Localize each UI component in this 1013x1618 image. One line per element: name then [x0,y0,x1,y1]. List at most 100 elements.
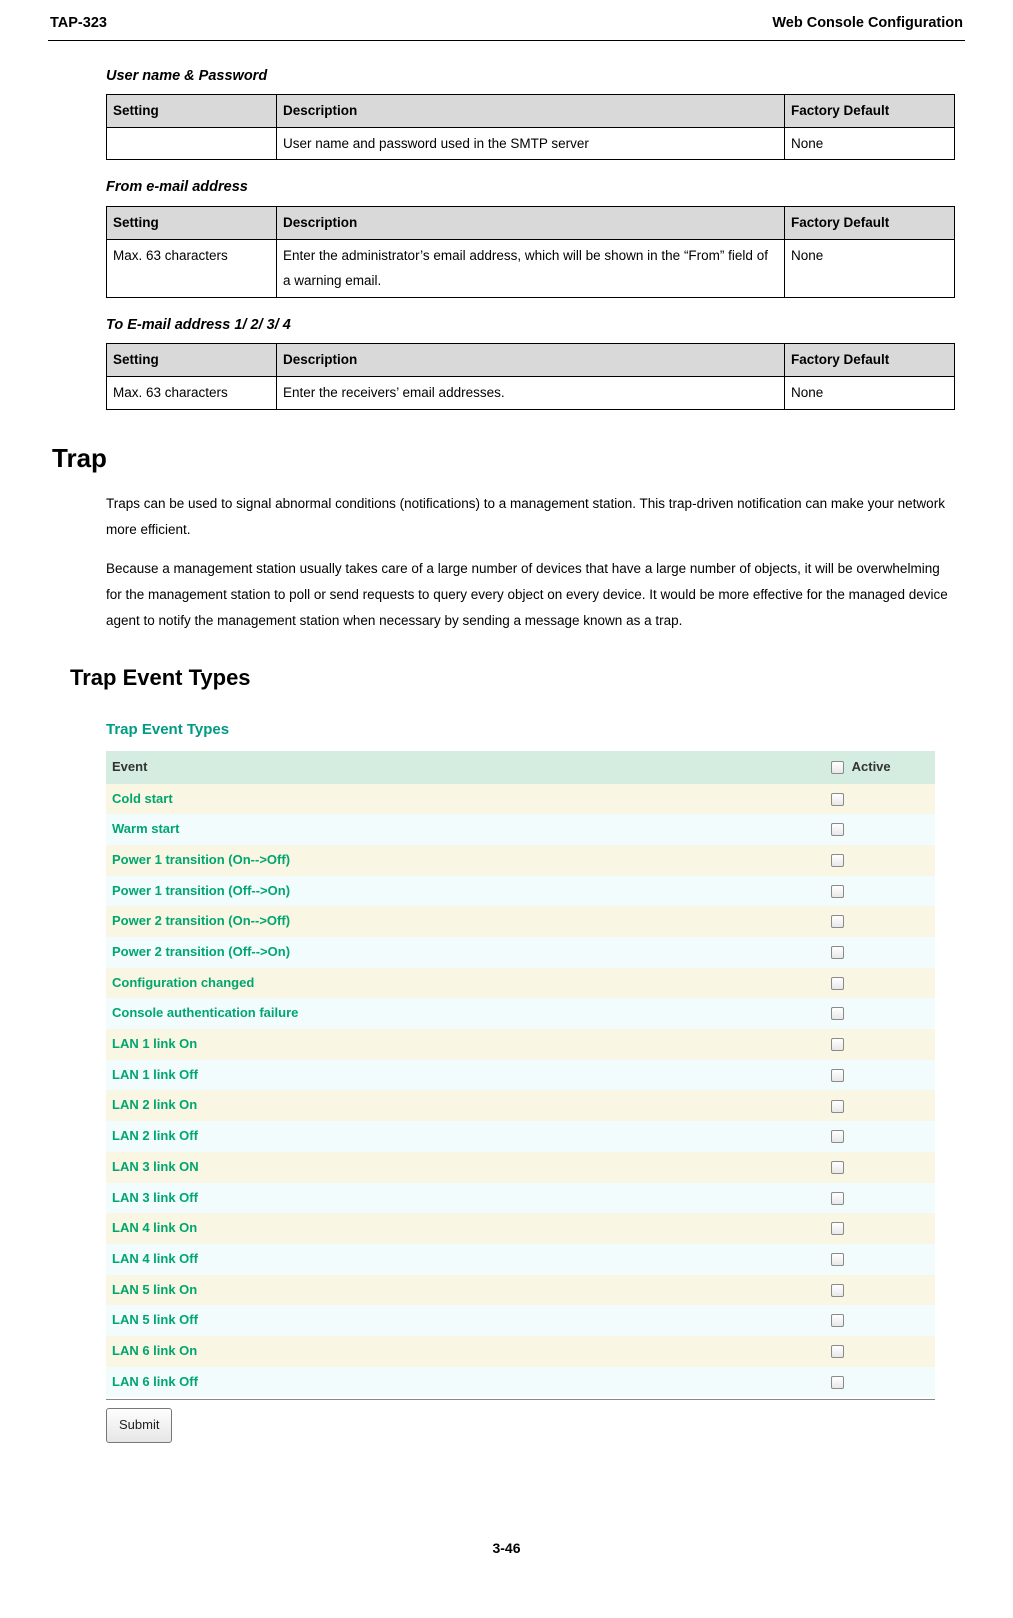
table-col-factory: Factory Default [785,95,955,128]
event-label: LAN 3 link Off [106,1183,825,1214]
event-label: LAN 5 link On [106,1275,825,1306]
active-all-checkbox[interactable] [831,761,844,774]
events-col-active: Active [825,751,935,784]
event-checkbox[interactable] [831,1284,844,1297]
event-checkbox[interactable] [831,1130,844,1143]
event-row: Configuration changed [106,968,935,999]
event-checkbox[interactable] [831,854,844,867]
table-cell-factory: None [785,377,955,410]
event-checkbox[interactable] [831,793,844,806]
event-checkbox[interactable] [831,1069,844,1082]
trap-event-types-screenshot: Trap Event Types Event Active Cold start… [106,716,935,1443]
event-checkbox[interactable] [831,1007,844,1020]
event-row: LAN 1 link On [106,1029,935,1060]
table-title: User name & Password [106,63,955,91]
table-col-description: Description [277,344,785,377]
event-active-cell [825,998,935,1029]
table-col-description: Description [277,95,785,128]
event-row: Warm start [106,814,935,845]
event-checkbox[interactable] [831,885,844,898]
event-label: LAN 2 link Off [106,1121,825,1152]
table-cell-description: Enter the administrator’s email address,… [277,239,785,297]
event-row: LAN 5 link Off [106,1305,935,1336]
table-row: Max. 63 charactersEnter the receivers’ e… [107,377,955,410]
event-label: Power 1 transition (Off-->On) [106,876,825,907]
submit-button[interactable]: Submit [106,1408,172,1443]
event-checkbox[interactable] [831,1038,844,1051]
event-label: Configuration changed [106,968,825,999]
header-right: Web Console Configuration [772,10,963,38]
header-rule [48,40,965,41]
event-row: LAN 2 link Off [106,1121,935,1152]
event-active-cell [825,968,935,999]
event-label: LAN 4 link Off [106,1244,825,1275]
event-active-cell [825,1060,935,1091]
event-active-cell [825,1305,935,1336]
event-row: Power 1 transition (On-->Off) [106,845,935,876]
event-label: LAN 4 link On [106,1213,825,1244]
event-row: Cold start [106,784,935,815]
table-cell-setting: Max. 63 characters [107,239,277,297]
event-checkbox[interactable] [831,1222,844,1235]
event-checkbox[interactable] [831,1161,844,1174]
events-col-event: Event [106,751,825,784]
event-active-cell [825,1152,935,1183]
event-label: LAN 1 link Off [106,1060,825,1091]
event-label: LAN 6 link Off [106,1367,825,1398]
table-cell-description: User name and password used in the SMTP … [277,127,785,160]
event-active-cell [825,1336,935,1367]
event-checkbox[interactable] [831,1192,844,1205]
page-header: TAP-323 Web Console Configuration [48,10,965,38]
event-active-cell [825,1275,935,1306]
event-checkbox[interactable] [831,1253,844,1266]
event-checkbox[interactable] [831,1314,844,1327]
event-label: Console authentication failure [106,998,825,1029]
event-active-cell [825,937,935,968]
event-label: LAN 5 link Off [106,1305,825,1336]
table-cell-description: Enter the receivers’ email addresses. [277,377,785,410]
spec-table: SettingDescriptionFactory Default Max. 63… [106,206,955,298]
event-row: LAN 4 link On [106,1213,935,1244]
event-row: LAN 4 link Off [106,1244,935,1275]
event-active-cell [825,1213,935,1244]
event-checkbox[interactable] [831,823,844,836]
event-label: LAN 1 link On [106,1029,825,1060]
spec-table: SettingDescriptionFactory DefaultUser na… [106,94,955,160]
event-active-cell [825,784,935,815]
event-label: Power 1 transition (On-->Off) [106,845,825,876]
event-checkbox[interactable] [831,977,844,990]
trap-heading: Trap [48,434,965,483]
event-row: LAN 3 link Off [106,1183,935,1214]
table-col-setting: Setting [107,344,277,377]
table-row: User name and password used in the SMTP … [107,127,955,160]
event-row: LAN 5 link On [106,1275,935,1306]
table-col-description: Description [277,206,785,239]
event-row: Power 2 transition (On-->Off) [106,906,935,937]
table-col-setting: Setting [107,206,277,239]
event-row: LAN 3 link ON [106,1152,935,1183]
event-label: Cold start [106,784,825,815]
event-checkbox[interactable] [831,1345,844,1358]
event-active-cell [825,906,935,937]
table-cell-factory: None [785,239,955,297]
page-number: 3-46 [0,1535,1013,1562]
event-checkbox[interactable] [831,946,844,959]
events-table: Event Active Cold startWarm startPower 1… [106,751,935,1397]
spec-tables: User name & PasswordSettingDescriptionFa… [106,63,955,410]
trap-event-types-heading: Trap Event Types [48,657,965,699]
submit-bar: Submit [106,1399,935,1443]
event-label: Warm start [106,814,825,845]
event-active-cell [825,1367,935,1398]
table-col-factory: Factory Default [785,206,955,239]
events-col-active-label: Active [852,759,891,774]
event-checkbox[interactable] [831,1376,844,1389]
table-cell-setting: Max. 63 characters [107,377,277,410]
event-active-cell [825,845,935,876]
event-active-cell [825,1029,935,1060]
event-active-cell [825,1244,935,1275]
trap-para-1: Traps can be used to signal abnormal con… [106,491,955,544]
event-checkbox[interactable] [831,915,844,928]
event-label: LAN 2 link On [106,1090,825,1121]
event-active-cell [825,814,935,845]
event-checkbox[interactable] [831,1100,844,1113]
